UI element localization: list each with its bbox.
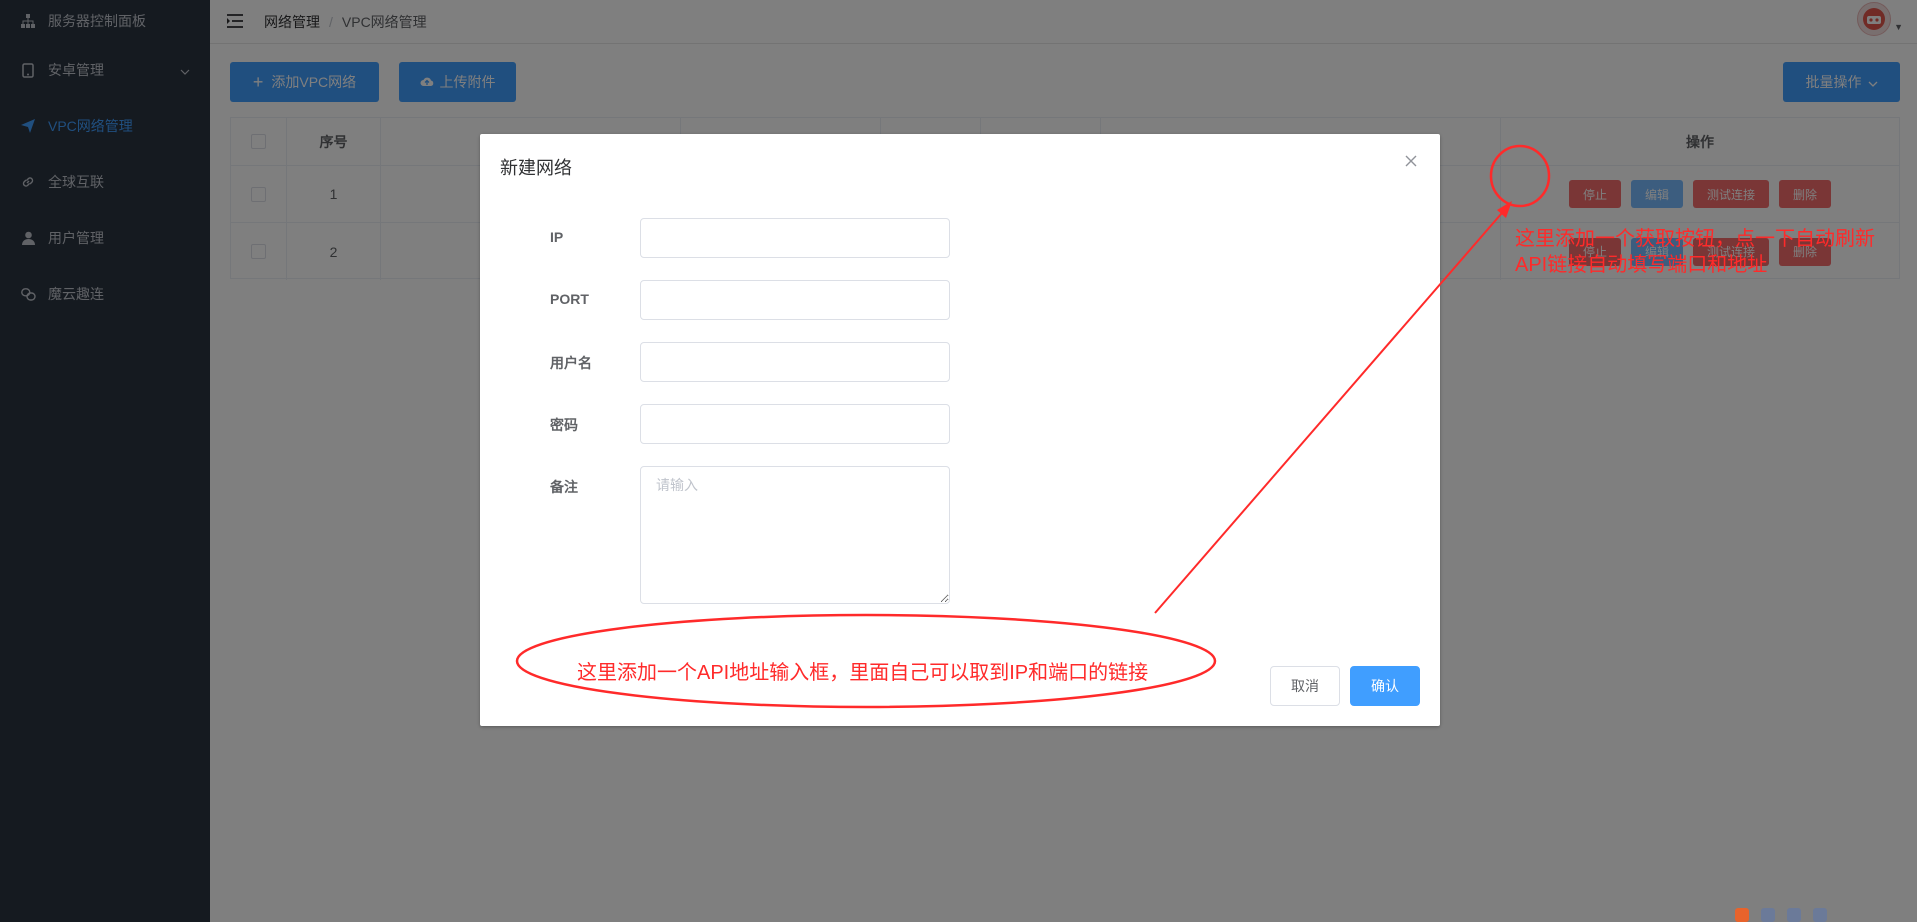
annotation-text-bottom: 这里添加一个API地址输入框，里面自己可以取到IP和端口的链接	[577, 662, 1149, 684]
tray-icon[interactable]	[1813, 908, 1827, 922]
input-method-icon[interactable]	[1735, 908, 1749, 922]
annotation-arrow-line	[1154, 205, 1509, 614]
annotation-circle	[1489, 144, 1551, 208]
system-tray	[1735, 908, 1827, 922]
tray-icon[interactable]	[1761, 908, 1775, 922]
annotation-text-right-line1: 这里添加一个获取按钮，点一下自动刷新	[1515, 228, 1875, 250]
tray-icon[interactable]	[1787, 908, 1801, 922]
annotation-overlay	[515, 144, 1551, 709]
annotation-text-right-line2: API链接自动填写端口和地址	[1515, 254, 1768, 276]
